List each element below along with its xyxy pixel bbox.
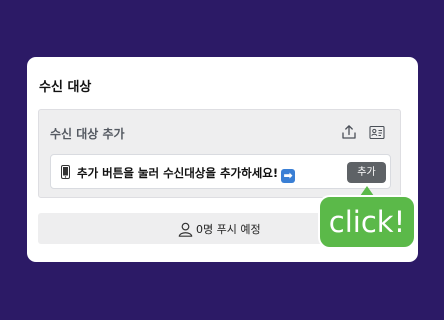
- stage: 수신 대상 수신 대상 추가 추가 버튼을 눌러 수신대상을 추가하세요! ➡ …: [0, 0, 444, 320]
- hint-text: 추가 버튼을 눌러 수신대상을 추가하세요! ➡: [77, 165, 296, 183]
- contact-card-icon[interactable]: [367, 122, 387, 142]
- panel-title: 수신 대상 추가: [50, 127, 125, 141]
- add-recipient-panel: 수신 대상 추가 추가 버튼을 눌러 수신대상을 추가하세요! ➡ 추가: [38, 109, 401, 198]
- upload-icon[interactable]: [339, 122, 359, 142]
- add-button[interactable]: 추가: [347, 162, 386, 183]
- hint-message: 추가 버튼을 눌러 수신대상을 추가하세요!: [77, 166, 279, 180]
- right-arrow-icon: ➡: [281, 169, 296, 183]
- click-callout: click!: [318, 195, 416, 249]
- hint-box: 추가 버튼을 눌러 수신대상을 추가하세요! ➡ 추가: [50, 154, 391, 189]
- push-status-text: 0명 푸시 예정: [196, 223, 261, 236]
- card-title: 수신 대상: [39, 80, 92, 95]
- push-status: 0명 푸시 예정: [178, 221, 261, 237]
- person-icon: [178, 222, 193, 237]
- phone-icon: [61, 165, 70, 179]
